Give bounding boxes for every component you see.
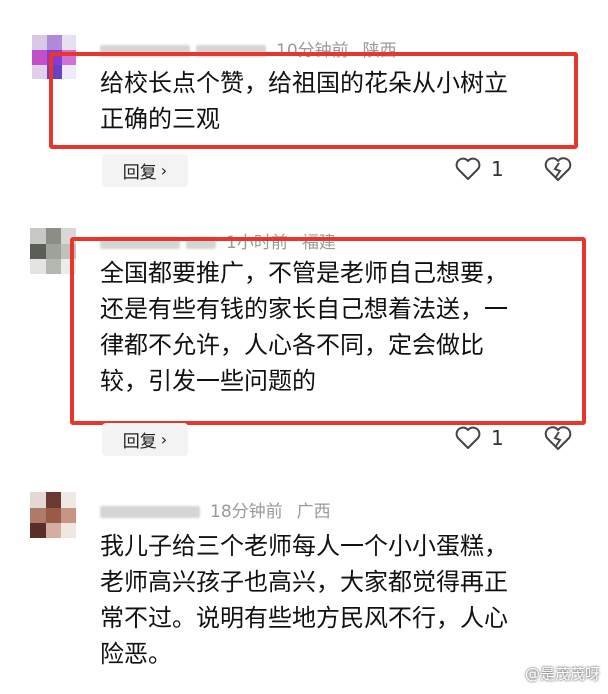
reply-button[interactable]: 回复 ›: [102, 154, 188, 187]
username-blurred: [100, 506, 200, 518]
comment-time: 18分钟前: [210, 502, 283, 522]
like-count: 1: [491, 426, 504, 450]
watermark: @是茂茂呀: [524, 665, 600, 683]
heart-broken-icon[interactable]: [544, 157, 572, 183]
comment-location: 广西: [296, 502, 331, 522]
heart-icon: [455, 426, 481, 449]
heart-icon: [455, 157, 481, 180]
reply-button[interactable]: 回复 ›: [102, 423, 188, 456]
comment-text: 全国都要推广，不管是老师自己想要， 还是有些有钱的家长自己想着法送，一 律都不允…: [100, 259, 508, 395]
like-button[interactable]: 1: [455, 426, 504, 450]
chevron-right-icon: ›: [160, 161, 168, 180]
avatar[interactable]: [30, 492, 76, 538]
comment-meta: 18分钟前 广西: [100, 497, 331, 522]
chevron-right-icon: ›: [160, 430, 168, 449]
comment-text: 给校长点个赞，给祖国的花朵从小树立 正确的三观: [100, 69, 508, 133]
heart-broken-icon[interactable]: [544, 426, 572, 452]
like-count: 1: [491, 157, 504, 181]
comment-text: 我儿子给三个老师每人一个小小蛋糕， 老师高兴孩子也高兴，大家都觉得再正 常不过。…: [100, 532, 508, 668]
like-button[interactable]: 1: [455, 157, 504, 181]
